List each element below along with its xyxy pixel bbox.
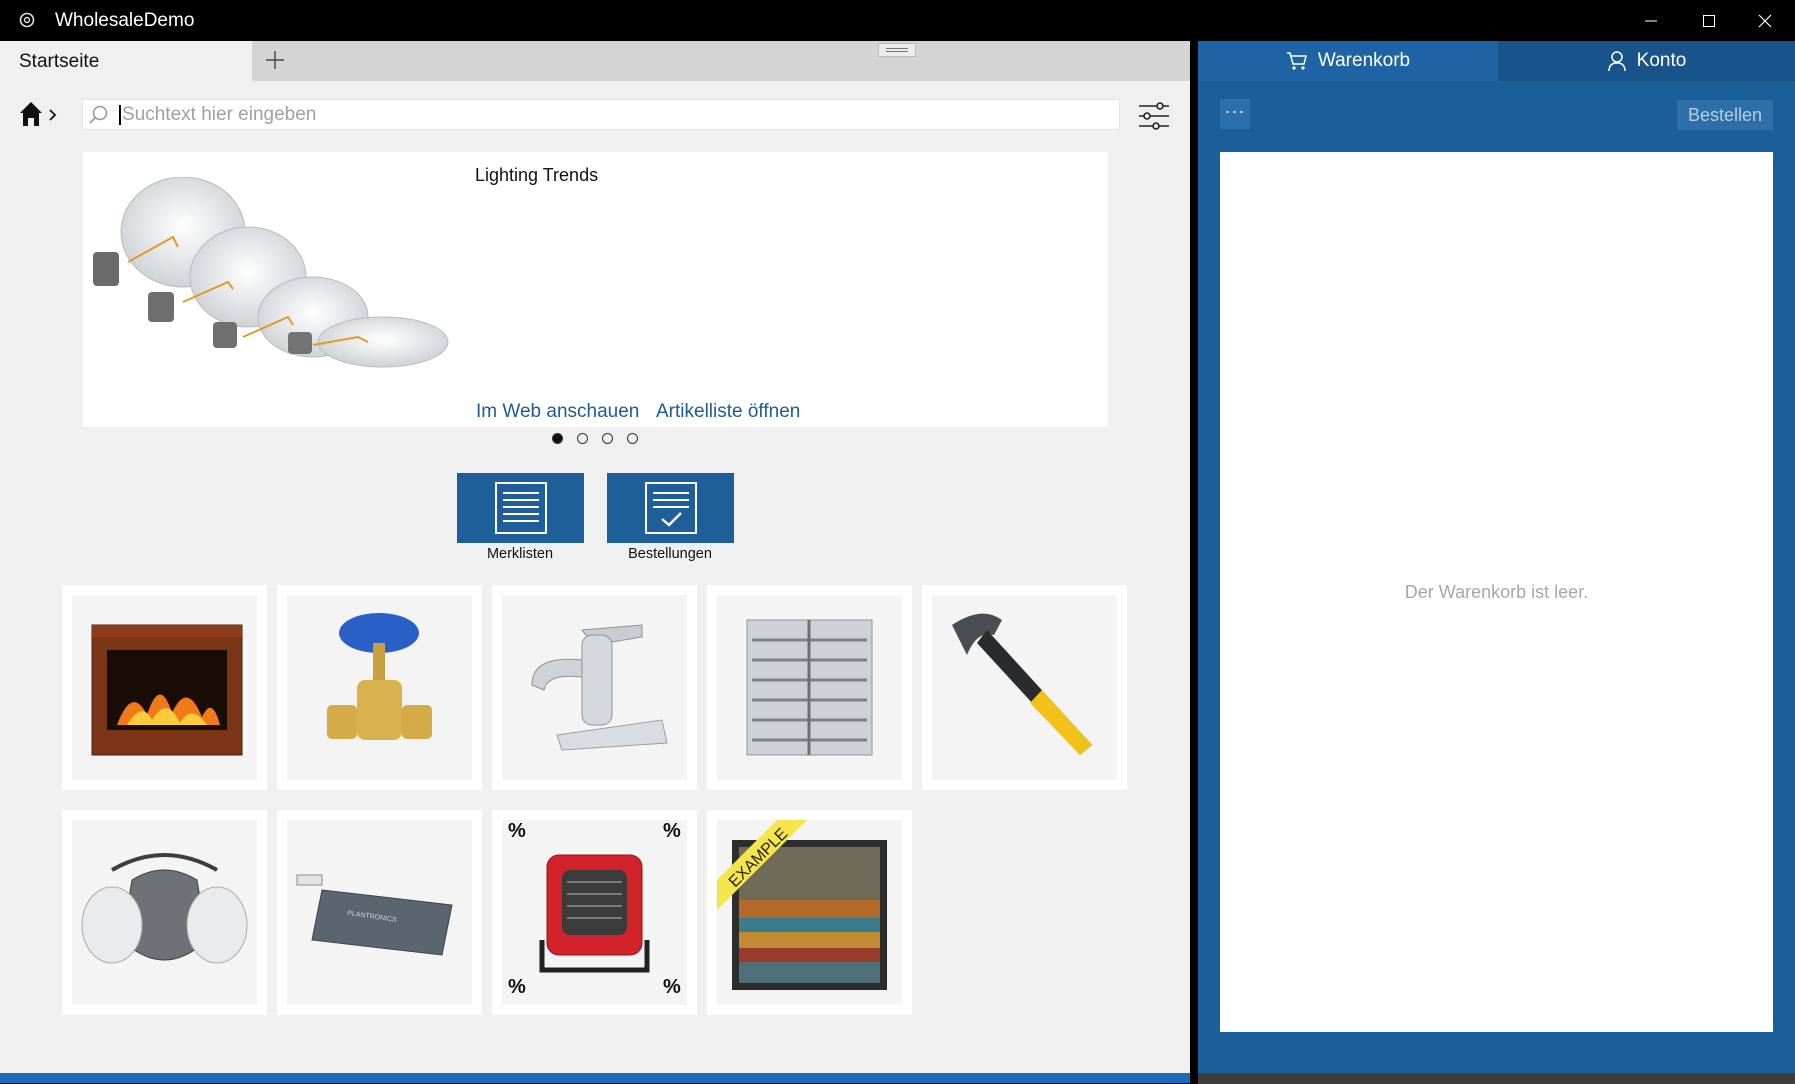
- product-tile-painting[interactable]: EXAMPLE: [707, 810, 912, 1015]
- close-button[interactable]: [1736, 0, 1793, 41]
- view-web-link[interactable]: Im Web anschauen: [476, 401, 639, 423]
- title-bar: WholesaleDemo: [0, 0, 1795, 41]
- more-icon: ···: [1224, 101, 1246, 121]
- carousel-dot[interactable]: [627, 433, 638, 444]
- product-tile-exhaust-fan[interactable]: [707, 585, 912, 790]
- list-icon: [495, 482, 547, 534]
- lightbulbs-image: [93, 177, 449, 368]
- exhaust-fan-image: [746, 619, 873, 756]
- cart-icon: [1286, 52, 1307, 70]
- open-item-list-link[interactable]: Artikelliste öffnen: [656, 401, 800, 423]
- product-tile-fireplace[interactable]: [62, 585, 267, 790]
- tab-label: Startseite: [19, 51, 100, 72]
- pane-drag-handle[interactable]: [878, 43, 916, 57]
- tab-startseite[interactable]: Startseite: [0, 41, 252, 81]
- user-icon: [1607, 51, 1626, 72]
- tab-strip: Startseite: [0, 41, 1190, 81]
- home-button[interactable]: [18, 99, 60, 131]
- cart-tab-label: Warenkorb: [1317, 50, 1411, 71]
- status-bar: [0, 1073, 1190, 1083]
- hammer-image: [952, 613, 1092, 755]
- order-check-icon: [645, 482, 697, 534]
- banner-title: Lighting Trends: [475, 165, 599, 185]
- home-icon: [20, 102, 57, 126]
- orders-button[interactable]: [607, 473, 734, 543]
- carousel-indicator: [552, 433, 638, 444]
- product-tile-hammer[interactable]: [922, 585, 1127, 790]
- carousel-dot[interactable]: [577, 433, 588, 444]
- maximize-button[interactable]: [1680, 0, 1737, 41]
- main-pane: Startseite Suchtext hier eingeben Lighti…: [0, 41, 1190, 1083]
- wishlists-label: Merklisten: [486, 546, 554, 562]
- minimize-button[interactable]: [1622, 0, 1679, 41]
- product-tile-respirator-mask[interactable]: [62, 810, 267, 1015]
- fireplace-image: [91, 624, 243, 756]
- pane-separator[interactable]: [1190, 41, 1198, 1084]
- example-ribbon: EXAMPLE: [717, 820, 807, 910]
- search-input[interactable]: [119, 105, 1109, 125]
- product-tile-battery[interactable]: PLANTRONICS: [277, 810, 482, 1015]
- more-options-button[interactable]: ···: [1220, 99, 1250, 129]
- discount-mark: %: [508, 820, 526, 842]
- search-icon: [89, 105, 108, 124]
- cart-pane-footer: [1198, 1073, 1795, 1084]
- plus-icon: [266, 51, 284, 69]
- minimize-icon: [1644, 20, 1657, 21]
- promo-banner[interactable]: Lighting Trends Im Web anschauen Artikel…: [83, 152, 1108, 427]
- maximize-icon: [1702, 14, 1715, 27]
- heater-image: [539, 854, 650, 973]
- tab-warenkorb[interactable]: Warenkorb: [1198, 41, 1498, 81]
- filter-sliders-icon: [1139, 102, 1169, 130]
- orders-label: Bestellungen: [628, 546, 712, 562]
- close-icon: [1758, 14, 1771, 27]
- cart-empty-message: Der Warenkorb ist leer.: [1404, 582, 1589, 602]
- cart-list: Der Warenkorb ist leer.: [1220, 152, 1773, 1032]
- product-tile-heater[interactable]: % % % %: [492, 810, 697, 1015]
- respirator-mask-image: [81, 853, 248, 964]
- wishlists-button[interactable]: [457, 473, 584, 543]
- carousel-dot[interactable]: [552, 433, 563, 444]
- window-title: WholesaleDemo: [55, 10, 195, 31]
- valve-image: [327, 613, 432, 740]
- filter-button[interactable]: [1136, 99, 1172, 133]
- order-button[interactable]: Bestellen: [1677, 100, 1773, 130]
- carousel-dot[interactable]: [602, 433, 613, 444]
- tab-konto[interactable]: Konto: [1498, 41, 1795, 81]
- discount-mark: %: [663, 820, 681, 842]
- discount-mark: %: [508, 976, 526, 998]
- faucet-image: [531, 624, 668, 751]
- account-tab-label: Konto: [1636, 50, 1687, 71]
- app-icon: [19, 12, 35, 28]
- search-box[interactable]: [82, 99, 1120, 130]
- product-tile-valve[interactable]: [277, 585, 482, 790]
- ribbon-label: EXAMPLE: [726, 825, 791, 890]
- product-tile-faucet[interactable]: [492, 585, 697, 790]
- discount-mark: %: [663, 976, 681, 998]
- battery-image: PLANTRONICS: [296, 874, 453, 956]
- cart-pane: Warenkorb Konto ··· Bestellen Der Warenk…: [1198, 41, 1795, 1084]
- add-tab-button[interactable]: [260, 45, 290, 75]
